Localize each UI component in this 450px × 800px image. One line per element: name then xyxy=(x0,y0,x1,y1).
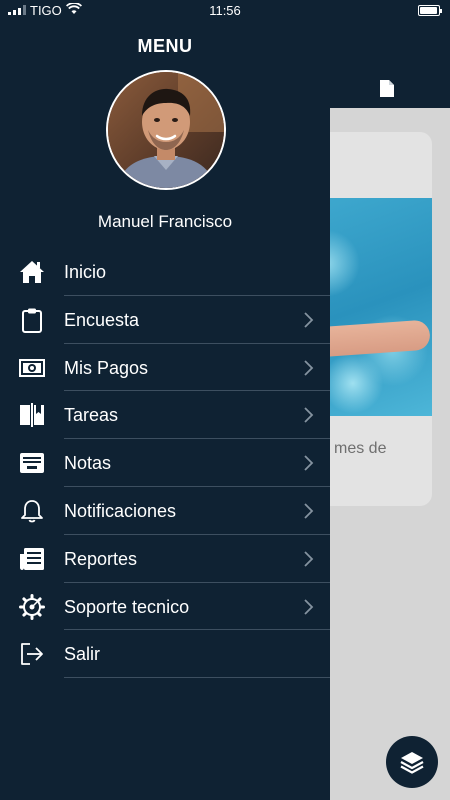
chevron-right-icon xyxy=(304,312,314,328)
menu-item-label: Reportes xyxy=(64,548,138,569)
chevron-right-icon xyxy=(304,503,314,519)
newspaper-icon xyxy=(20,547,44,570)
avatar-image xyxy=(108,72,224,188)
menu-item-notas[interactable]: Notas xyxy=(0,439,330,487)
chevron-right-icon xyxy=(304,359,314,376)
menu-title: MENU xyxy=(137,36,193,56)
menu-item-notificaciones[interactable]: Notificaciones xyxy=(0,487,330,535)
gear-icon xyxy=(19,593,45,620)
chevron-right-icon xyxy=(304,598,314,615)
inbox-icon xyxy=(20,453,44,474)
layers-button[interactable] xyxy=(386,736,438,788)
menu-item-tareas[interactable]: Tareas xyxy=(0,391,330,440)
menu-item-label: Notificaciones xyxy=(64,500,177,521)
user-name: Manuel Francisco xyxy=(97,212,233,231)
clipboard-icon xyxy=(22,308,42,333)
money-icon xyxy=(19,358,45,377)
menu-list: Inicio Encuesta Mis Pagos Tareas Notas N… xyxy=(0,248,330,679)
status-bar: TIGO 11:56 xyxy=(0,0,450,22)
navigation-drawer: MENU Manuel Francisco Inicio Encuesta Mi… xyxy=(0,0,330,800)
menu-item-label: Salir xyxy=(64,644,101,665)
chevron-right-icon xyxy=(304,455,314,471)
chevron-right-icon xyxy=(304,407,314,424)
menu-item-reportes[interactable]: Reportes xyxy=(0,535,330,583)
card-text: mes de xyxy=(334,440,387,457)
document-icon[interactable] xyxy=(380,80,394,97)
menu-item-mis-pagos[interactable]: Mis Pagos xyxy=(0,344,330,392)
avatar[interactable] xyxy=(106,70,226,190)
layers-icon xyxy=(400,752,424,774)
menu-item-label: Soporte tecnico xyxy=(64,596,190,617)
menu-item-label: Encuesta xyxy=(64,309,140,330)
logout-icon xyxy=(21,643,43,666)
home-icon xyxy=(20,261,44,283)
menu-item-label: Notas xyxy=(64,453,112,474)
menu-item-salir[interactable]: Salir xyxy=(0,630,330,679)
book-icon xyxy=(20,403,44,428)
chevron-right-icon xyxy=(304,551,314,567)
menu-item-label: Tareas xyxy=(64,405,119,426)
status-time: 11:56 xyxy=(209,3,241,18)
menu-item-soporte-tecnico[interactable]: Soporte tecnico xyxy=(0,583,330,631)
menu-item-encuesta[interactable]: Encuesta xyxy=(0,296,330,344)
battery-icon xyxy=(418,5,442,16)
divider xyxy=(64,677,330,679)
bell-icon xyxy=(21,500,43,523)
menu-item-label: Mis Pagos xyxy=(64,357,149,378)
menu-item-inicio[interactable]: Inicio xyxy=(0,248,330,296)
menu-item-label: Inicio xyxy=(64,262,107,282)
